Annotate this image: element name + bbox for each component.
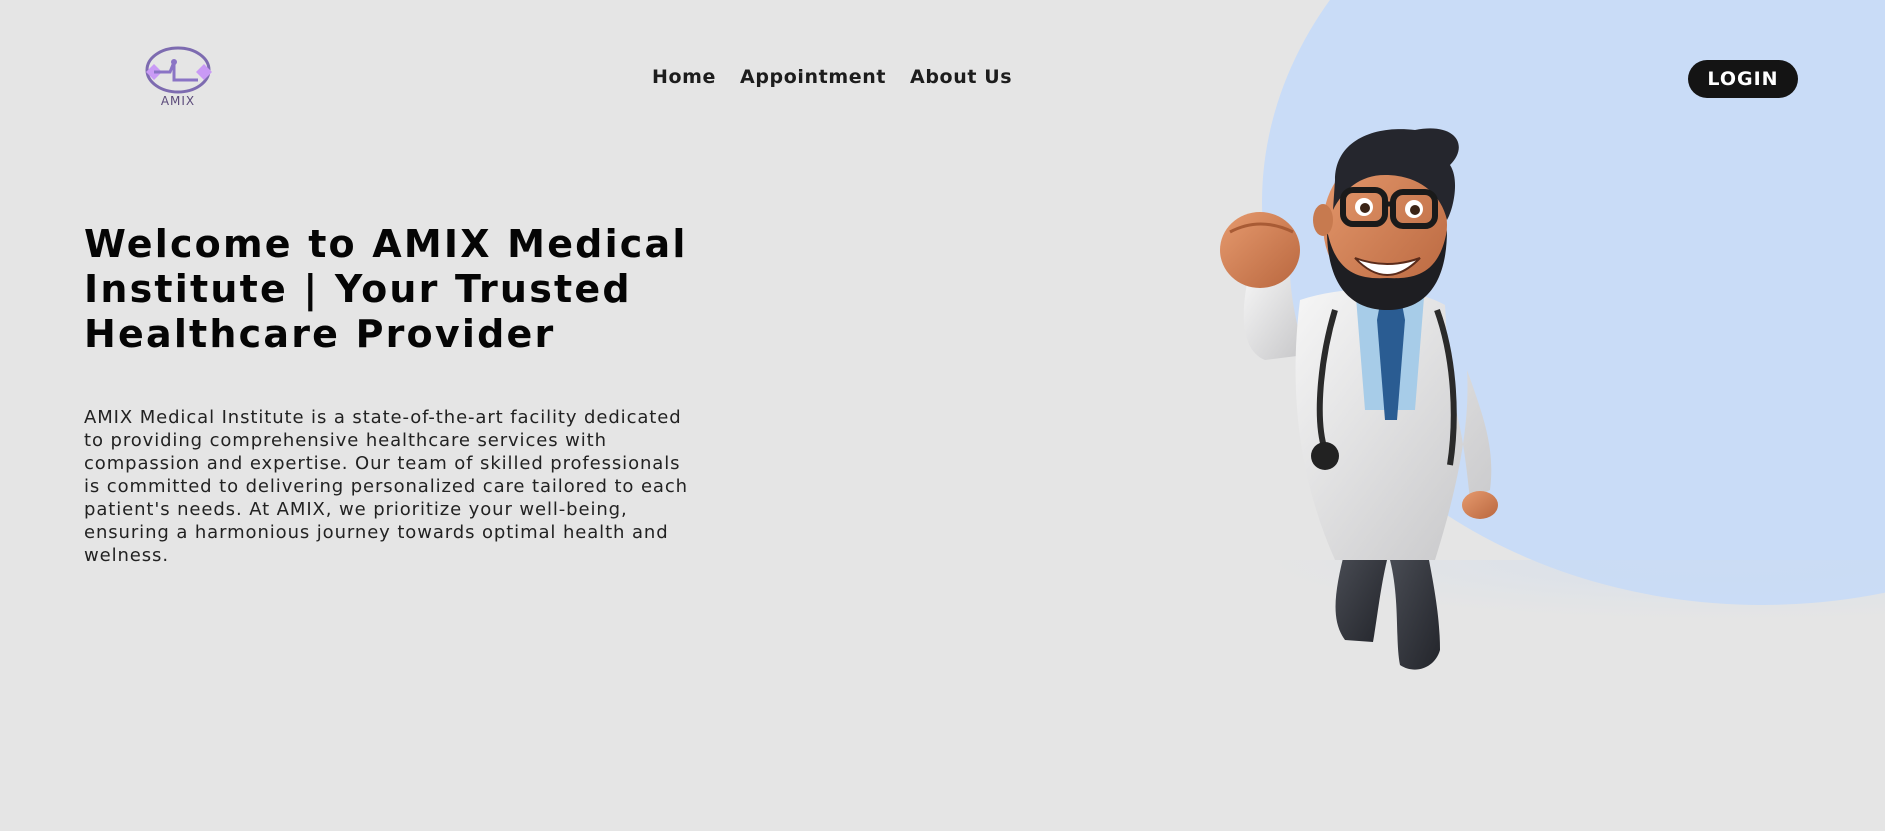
hero-title: Welcome to AMIX Medical Institute | Your… (84, 222, 688, 356)
nav-about-link[interactable]: About Us (910, 66, 1012, 88)
doctor-illustration (1220, 128, 1498, 670)
logo-mark-icon (145, 46, 212, 94)
login-button[interactable]: LOGIN (1688, 60, 1798, 98)
nav-home-link[interactable]: Home (652, 66, 716, 88)
hero-description: AMIX Medical Institute is a state-of-the… (84, 407, 688, 566)
logo-text: AMIX (160, 94, 196, 108)
nav-appointment-link[interactable]: Appointment (740, 66, 886, 88)
landing-page: AMIX Home Appointment About Us LOGIN Wel… (0, 0, 1885, 831)
brand-logo[interactable]: AMIX (140, 44, 216, 110)
main-nav: Home Appointment About Us (652, 66, 1012, 88)
